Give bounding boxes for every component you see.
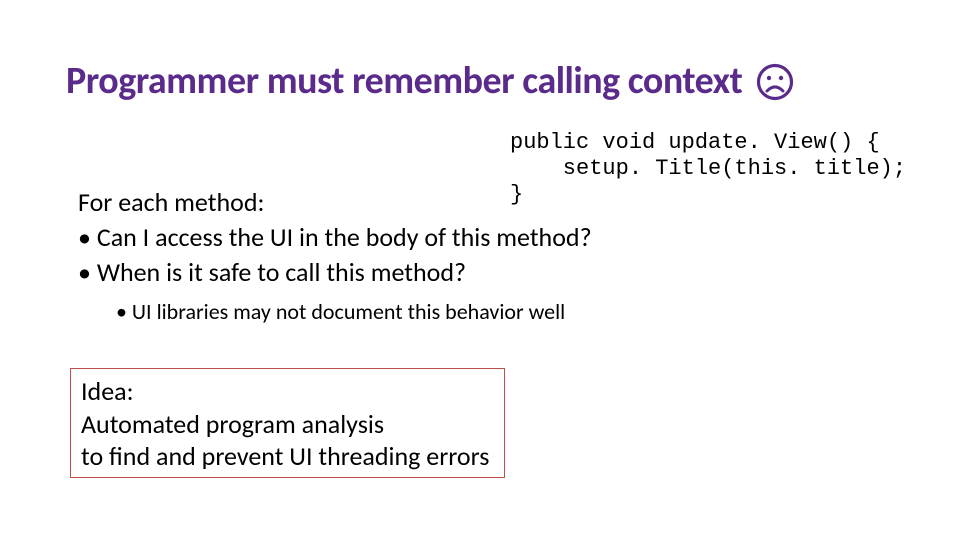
subbullet-documentation: • UI libraries may not document this beh… bbox=[116, 298, 565, 325]
code-line-3: } bbox=[510, 182, 523, 207]
title-text: Programmer must remember calling context bbox=[66, 58, 742, 104]
sad-face-icon bbox=[756, 63, 794, 101]
bullet-safe-call: • When is it safe to call this method? bbox=[78, 256, 466, 288]
code-line-1: public void update. View() { bbox=[510, 130, 880, 155]
slide: Programmer must remember calling context… bbox=[0, 0, 960, 540]
code-line-2: setup. Title(this. title); bbox=[510, 156, 906, 181]
idea-line-2: Automated program analysis bbox=[81, 408, 494, 441]
idea-box: Idea: Automated program analysis to find… bbox=[70, 368, 505, 478]
idea-line-3: to find and prevent UI threading errors bbox=[81, 440, 494, 473]
idea-line-1: Idea: bbox=[81, 375, 494, 408]
code-snippet: public void update. View() { setup. Titl… bbox=[510, 130, 906, 208]
foreach-label: For each method: bbox=[78, 186, 264, 218]
bullet-access-ui: • Can I access the UI in the body of thi… bbox=[78, 221, 592, 253]
slide-title: Programmer must remember calling context bbox=[66, 58, 794, 104]
